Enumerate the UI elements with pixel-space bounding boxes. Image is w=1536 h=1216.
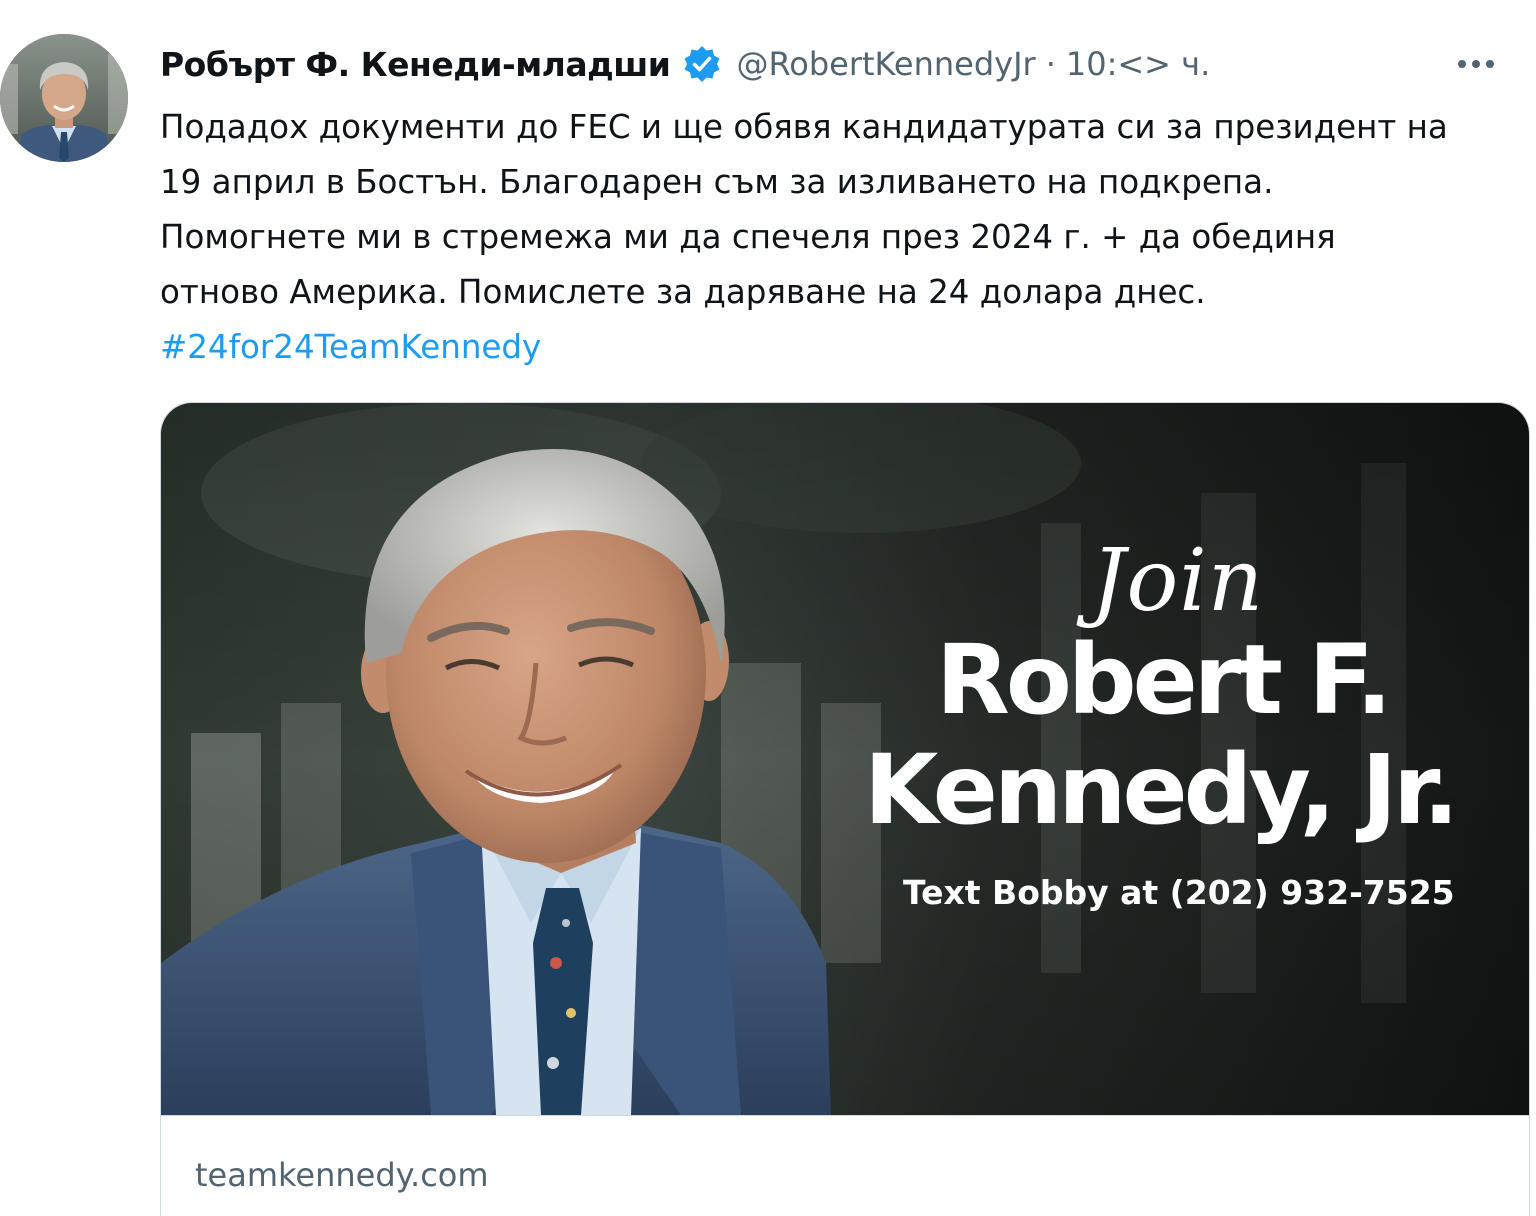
tweet-text-line: Помогнете ми в стремежа ми да спечеля пр… (160, 218, 1336, 256)
author-name[interactable]: Робърт Ф. Кенеди-младши (160, 45, 671, 84)
hashtag-link[interactable]: #24for24TeamKennedy (160, 320, 541, 375)
card-image[interactable]: Join Robert F. Kennedy, Jr. Text Bobby a… (161, 403, 1529, 1115)
tweet-text: Подадох документи до FEC и ще обявя канд… (160, 100, 1520, 375)
avatar-photo-icon (0, 34, 128, 162)
card-domain[interactable]: teamkennedy.com (195, 1156, 489, 1194)
avatar[interactable] (0, 34, 128, 162)
tweet-timestamp[interactable]: 10:<> ч. (1066, 45, 1210, 83)
more-icon[interactable] (1454, 42, 1498, 86)
banner-cta-text: Text Bobby at (202) 932-7525 (903, 873, 1455, 912)
tweet-text-line: отново Америка. Помислете за даряване на… (160, 273, 1206, 311)
tweet-header: Робърт Ф. Кенеди-младши @RobertKennedyJr… (160, 38, 1506, 90)
tweet-text-line: Подадох документи до FEC и ще обявя канд… (160, 108, 1448, 146)
banner-name-line2: Kennedy, Jr. (864, 734, 1459, 846)
separator-dot: · (1045, 45, 1056, 83)
banner-join-text: Join (1091, 531, 1265, 631)
banner-name-line1: Robert F. (936, 624, 1392, 736)
author-handle[interactable]: @RobertKennedyJr (736, 45, 1035, 83)
tweet[interactable]: Робърт Ф. Кенеди-младши @RobertKennedyJr… (0, 0, 1536, 1216)
card-footer[interactable]: teamkennedy.com (161, 1115, 1529, 1216)
link-card[interactable]: Join Robert F. Kennedy, Jr. Text Bobby a… (160, 402, 1530, 1216)
tweet-text-line: 19 април в Бостън. Благодарен съм за изл… (160, 163, 1274, 201)
verified-badge-icon[interactable] (682, 44, 722, 84)
